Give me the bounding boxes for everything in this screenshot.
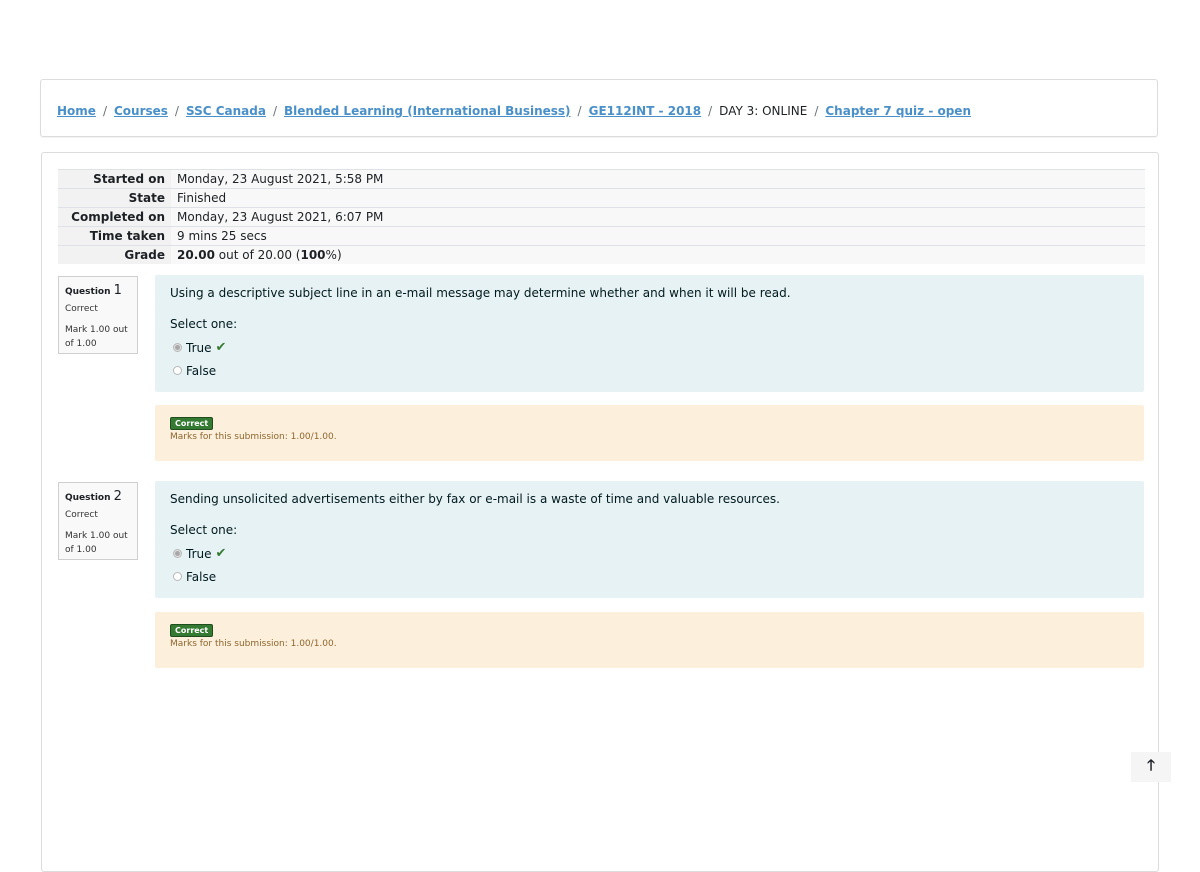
- question-number: Question 1: [65, 283, 131, 298]
- breadcrumb-separator: /: [708, 104, 713, 118]
- question-label: Question: [65, 287, 111, 297]
- breadcrumb-course[interactable]: GE112INT - 2018: [589, 104, 702, 118]
- check-icon: ✔: [215, 340, 227, 355]
- question-state: Correct: [65, 510, 98, 520]
- submission-marks: Marks for this submission: 1.00/1.00.: [170, 639, 337, 649]
- question-grade: Mark 1.00 out of 1.00: [65, 531, 128, 555]
- grade-score: 20.00: [177, 248, 215, 262]
- answer-label: False: [186, 363, 217, 378]
- question-text: Sending unsolicited advertisements eithe…: [170, 492, 780, 506]
- question-grade: Mark 1.00 out of 1.00: [65, 325, 128, 349]
- summary-label: State: [58, 188, 171, 208]
- breadcrumb-section: DAY 3: ONLINE: [719, 104, 808, 118]
- answer-label: True: [186, 546, 212, 561]
- breadcrumb-quiz[interactable]: Chapter 7 quiz - open: [825, 104, 971, 118]
- summary-row: Started on Monday, 23 August 2021, 5:58 …: [58, 169, 1145, 189]
- correct-badge: Correct: [170, 624, 214, 637]
- breadcrumb-separator: /: [102, 104, 107, 118]
- breadcrumb-courses[interactable]: Courses: [114, 104, 168, 118]
- summary-label: Started on: [58, 169, 171, 189]
- grade-percent: 100: [300, 248, 326, 262]
- arrow-up-icon: 🡑: [1147, 755, 1155, 774]
- breadcrumb-card: Home / Courses / SSC Canada / Blended Le…: [40, 79, 1158, 137]
- select-one-prompt: Select one:: [170, 317, 238, 331]
- question-text: Using a descriptive subject line in an e…: [170, 286, 791, 300]
- radio-selected[interactable]: [173, 343, 182, 352]
- select-one-prompt: Select one:: [170, 523, 238, 537]
- summary-row: Time taken 9 mins 25 secs: [58, 226, 1145, 246]
- question-number-value: 1: [113, 283, 122, 298]
- radio-unselected[interactable]: [173, 572, 182, 581]
- summary-value: 9 mins 25 secs: [171, 226, 1145, 246]
- question-outcome: Correct Marks for this submission: 1.00/…: [155, 612, 1144, 668]
- breadcrumb-separator: /: [814, 104, 819, 118]
- question-state: Correct: [65, 304, 98, 314]
- question-number-value: 2: [113, 489, 122, 504]
- answer-option-false[interactable]: False: [170, 359, 1129, 382]
- summary-value: Monday, 23 August 2021, 5:58 PM: [171, 169, 1145, 189]
- breadcrumb-blended-learning[interactable]: Blended Learning (International Business…: [284, 104, 571, 118]
- answer-option-false[interactable]: False: [170, 565, 1129, 588]
- answer-label: False: [186, 569, 217, 584]
- correct-badge: Correct: [170, 417, 214, 430]
- radio-selected[interactable]: [173, 549, 182, 558]
- summary-row: State Finished: [58, 188, 1145, 208]
- breadcrumb: Home / Courses / SSC Canada / Blended Le…: [57, 104, 971, 118]
- question-info: Question 1 Correct Mark 1.00 out of 1.00: [58, 276, 138, 354]
- answer-option-true[interactable]: True ✔: [170, 336, 1129, 359]
- breadcrumb-separator: /: [577, 104, 582, 118]
- question-info: Question 2 Correct Mark 1.00 out of 1.00: [58, 482, 138, 560]
- question-formulation: Sending unsolicited advertisements eithe…: [155, 481, 1144, 598]
- summary-grade-value: 20.00 out of 20.00 (100%): [171, 245, 1145, 264]
- breadcrumb-home[interactable]: Home: [57, 104, 96, 118]
- answer-option-true[interactable]: True ✔: [170, 542, 1129, 565]
- breadcrumb-ssc-canada[interactable]: SSC Canada: [186, 104, 266, 118]
- summary-label: Grade: [58, 245, 171, 264]
- radio-unselected[interactable]: [173, 366, 182, 375]
- submission-marks: Marks for this submission: 1.00/1.00.: [170, 432, 337, 442]
- question-outcome: Correct Marks for this submission: 1.00/…: [155, 405, 1144, 461]
- breadcrumb-separator: /: [174, 104, 179, 118]
- summary-value: Monday, 23 August 2021, 6:07 PM: [171, 207, 1145, 227]
- question-label: Question: [65, 493, 111, 503]
- summary-row: Completed on Monday, 23 August 2021, 6:0…: [58, 207, 1145, 227]
- grade-mid: out of 20.00 (: [214, 248, 301, 262]
- breadcrumb-separator: /: [272, 104, 277, 118]
- back-to-top-button[interactable]: 🡑: [1131, 752, 1171, 782]
- summary-value: Finished: [171, 188, 1145, 208]
- quiz-review-region: Started on Monday, 23 August 2021, 5:58 …: [41, 152, 1159, 872]
- check-icon: ✔: [215, 546, 227, 561]
- question-formulation: Using a descriptive subject line in an e…: [155, 275, 1144, 392]
- summary-label: Completed on: [58, 207, 171, 227]
- grade-end: %): [325, 248, 342, 262]
- question-number: Question 2: [65, 489, 131, 504]
- summary-label: Time taken: [58, 226, 171, 246]
- answer-label: True: [186, 340, 212, 355]
- summary-row: Grade 20.00 out of 20.00 (100%): [58, 245, 1145, 264]
- attempt-summary-table: Started on Monday, 23 August 2021, 5:58 …: [58, 169, 1145, 264]
